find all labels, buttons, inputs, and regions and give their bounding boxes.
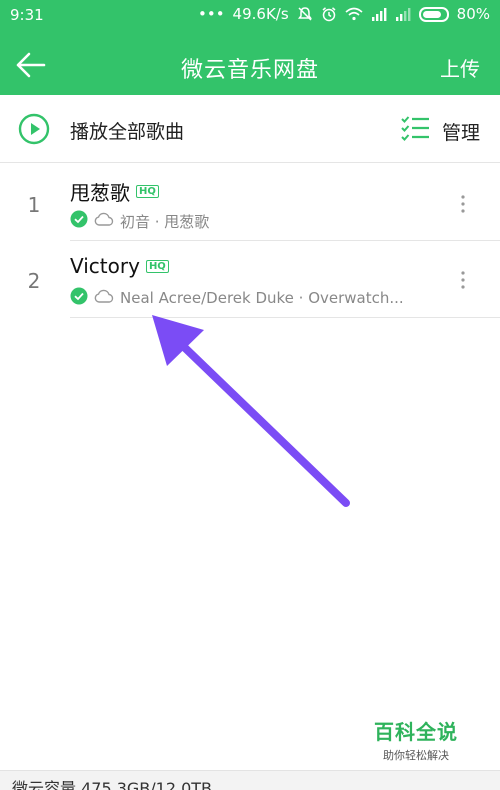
song-title-line: 甩葱歌 HQ <box>70 177 159 206</box>
song-title: Victory <box>70 254 140 278</box>
song-title: 甩葱歌 <box>70 181 130 205</box>
cloud-icon <box>94 212 114 230</box>
play-all-row[interactable]: 播放全部歌曲 管理 <box>0 95 500 163</box>
more-vertical-icon[interactable] <box>460 194 466 214</box>
status-indicators: ••• 49.6K/s 80% <box>198 5 490 23</box>
song-artist-album: Neal Acree/Derek Duke · Overwatch... <box>120 289 404 307</box>
watermark-subtitle: 助你轻松解决 <box>383 749 449 762</box>
signal-icon-1 <box>371 7 387 21</box>
song-index: 2 <box>27 269 41 293</box>
upload-button[interactable]: 上传 <box>440 53 480 82</box>
watermark: 百科全说 助你轻松解决 <box>366 716 466 763</box>
storage-text: 微云容量 475.3GB/12.0TB <box>12 779 213 790</box>
watermark-title: 百科全说 <box>374 720 458 744</box>
signal-icon-2 <box>395 7 411 21</box>
app-header: 9:31 ••• 49.6K/s 80% 微云音乐网盘 上传 <box>0 0 500 95</box>
song-index: 1 <box>27 193 41 217</box>
wifi-icon <box>345 7 363 21</box>
hq-badge: HQ <box>145 259 169 273</box>
manage-button[interactable]: 管理 <box>400 115 480 148</box>
cloud-icon <box>94 289 114 307</box>
more-dots: ••• <box>198 5 225 23</box>
mute-icon <box>297 6 313 22</box>
status-time: 9:31 <box>10 6 44 24</box>
song-artist-album: 初音 · 甩葱歌 <box>120 212 210 231</box>
song-row[interactable]: 1 甩葱歌 HQ 初音 · 甩葱歌 <box>0 164 500 241</box>
play-all-label[interactable]: 播放全部歌曲 <box>70 117 184 144</box>
song-title-line: Victory HQ <box>70 254 169 278</box>
checklist-icon[interactable] <box>400 115 430 148</box>
row-divider <box>70 317 500 318</box>
song-meta: Neal Acree/Derek Duke · Overwatch... <box>70 287 404 309</box>
more-vertical-icon[interactable] <box>460 270 466 290</box>
manage-label[interactable]: 管理 <box>442 118 480 145</box>
play-circle-icon[interactable] <box>18 113 50 145</box>
page-title: 微云音乐网盘 <box>180 58 319 83</box>
song-meta: 初音 · 甩葱歌 <box>70 210 209 232</box>
storage-bar: 微云容量 475.3GB/12.0TB <box>0 770 500 790</box>
hq-badge: HQ <box>136 185 159 198</box>
status-bar: 9:31 ••• 49.6K/s 80% <box>0 0 500 30</box>
song-row[interactable]: 2 Victory HQ Neal Acree/Derek Duke · Ove… <box>0 241 500 318</box>
battery-percent: 80% <box>456 5 490 23</box>
downloaded-check-icon <box>70 287 88 309</box>
alarm-icon <box>321 6 337 22</box>
downloaded-check-icon <box>70 210 88 232</box>
network-speed: 49.6K/s <box>232 5 289 23</box>
title-bar: 微云音乐网盘 上传 <box>0 40 500 90</box>
battery-icon <box>418 6 449 22</box>
